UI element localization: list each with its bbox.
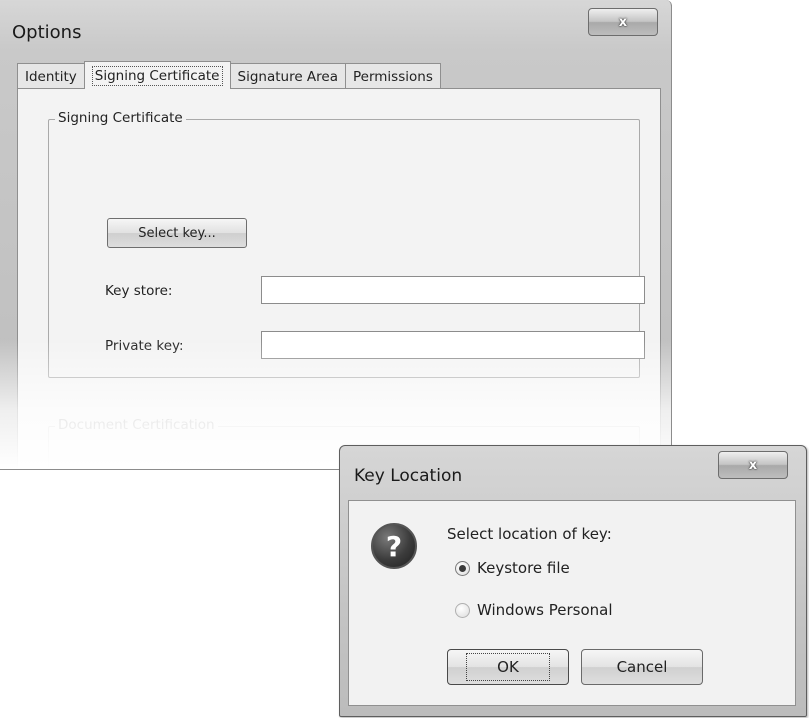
private-key-input[interactable] (261, 331, 645, 359)
radio-button-selected[interactable] (455, 560, 470, 576)
options-close-button[interactable]: x (588, 8, 658, 36)
cancel-button[interactable]: Cancel (581, 649, 703, 685)
options-window-title: Options (12, 22, 82, 43)
signing-certificate-group: Signing Certificate Select key... Key st… (48, 110, 645, 378)
key-store-input[interactable] (261, 276, 645, 304)
ok-button-label: OK (466, 653, 550, 681)
tab-strip: Identity Signing Certificate Signature A… (17, 61, 441, 89)
key-location-title: Key Location (354, 466, 463, 486)
radio-keystore-file-label: Keystore file (477, 559, 570, 577)
key-store-label: Key store: (105, 283, 173, 299)
tab-permissions[interactable]: Permissions (345, 63, 441, 89)
tab-signing-certificate-label: Signing Certificate (91, 65, 223, 86)
signing-certificate-panel: Signing Certificate Select key... Key st… (17, 88, 661, 469)
select-key-button[interactable]: Select key... (107, 218, 247, 248)
key-location-dialog: Key Location x ? Select location of key:… (339, 445, 807, 717)
close-icon: x (748, 457, 758, 473)
tab-signature-area[interactable]: Signature Area (229, 63, 346, 89)
key-location-close-button[interactable]: x (718, 451, 788, 479)
radio-windows-personal[interactable]: Windows Personal (455, 601, 613, 619)
private-key-label: Private key: (105, 338, 184, 354)
key-location-body: ? Select location of key: Keystore file … (348, 500, 796, 706)
key-location-prompt: Select location of key: (447, 525, 612, 543)
signing-certificate-legend: Signing Certificate (55, 110, 186, 126)
radio-button-unselected[interactable] (455, 602, 470, 618)
close-icon: x (618, 14, 628, 30)
document-certification-legend: Document Certification (55, 417, 218, 433)
options-window: Options x Identity Signing Certificate S… (0, 0, 672, 470)
question-icon: ? (371, 523, 417, 569)
radio-keystore-file[interactable]: Keystore file (455, 559, 570, 577)
radio-windows-personal-label: Windows Personal (477, 601, 613, 619)
tab-signing-certificate[interactable]: Signing Certificate (83, 61, 231, 89)
ok-button[interactable]: OK (447, 649, 569, 685)
tab-identity[interactable]: Identity (17, 63, 85, 89)
